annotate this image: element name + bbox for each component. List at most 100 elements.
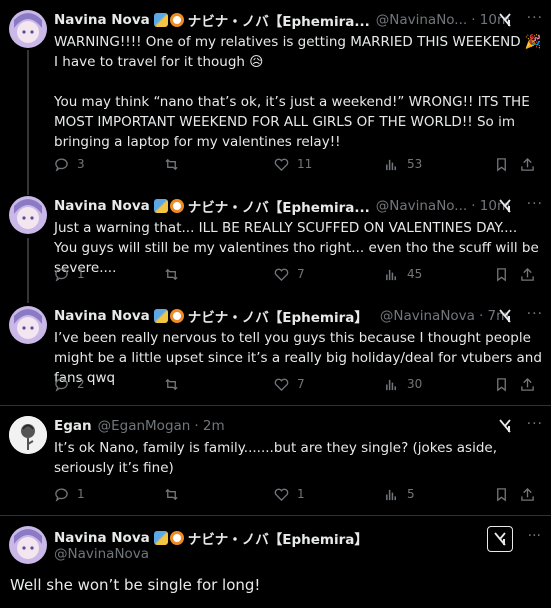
- tweet-header: Navina Nova ナビナ・ノバ【Ephemira】 @NavinaNova…: [54, 306, 509, 326]
- author-display-name[interactable]: ナビナ・ノバ【Ephemira...: [188, 196, 370, 216]
- author-name[interactable]: Navina Nova: [54, 12, 150, 28]
- views-icon: [386, 489, 396, 500]
- like-button[interactable]: 7: [274, 264, 305, 284]
- bookmark-button[interactable]: [494, 264, 517, 284]
- retweet-icon: [165, 488, 178, 500]
- share-button[interactable]: [520, 374, 543, 394]
- retweet-button[interactable]: [164, 154, 187, 174]
- badges: [153, 13, 184, 27]
- views-button[interactable]: 30: [384, 374, 422, 394]
- views-count: 5: [407, 487, 415, 501]
- reply-icon: [55, 268, 68, 282]
- tweet-time[interactable]: · 2m: [194, 418, 224, 434]
- share-icon: [521, 157, 534, 171]
- reply-button[interactable]: 3: [54, 154, 85, 174]
- like-button[interactable]: 7: [274, 374, 305, 394]
- views-button[interactable]: 45: [384, 264, 422, 284]
- like-button[interactable]: 1: [274, 484, 305, 504]
- tweet-actions: 2 7 30: [54, 374, 544, 394]
- reply-button[interactable]: 2: [54, 374, 85, 394]
- reply-icon: [55, 158, 68, 172]
- reply-icon: [55, 378, 68, 392]
- badge-icon: [169, 199, 184, 213]
- more-icon[interactable]: ···: [527, 196, 543, 212]
- retweet-button[interactable]: [164, 264, 187, 284]
- retweet-button[interactable]: [164, 374, 187, 394]
- grok-icon[interactable]: [497, 308, 513, 324]
- author-handle[interactable]: @NavinaNova: [54, 546, 149, 562]
- bookmark-icon: [497, 157, 506, 171]
- like-count: 7: [297, 377, 305, 391]
- author-handle[interactable]: @NavinaNova: [380, 308, 475, 324]
- like-count: 7: [297, 267, 305, 281]
- retweet-icon: [165, 158, 178, 170]
- tweet-text: WARNING!!!! One of my relatives is getti…: [54, 34, 542, 150]
- avatar[interactable]: [9, 526, 47, 564]
- views-icon: [386, 159, 396, 170]
- views-count: 30: [407, 377, 423, 391]
- badge-icon: [169, 309, 184, 323]
- like-icon: [274, 378, 289, 391]
- retweet-button[interactable]: [164, 484, 187, 504]
- divider: [0, 515, 551, 516]
- divider: [0, 405, 551, 406]
- views-button[interactable]: 5: [384, 484, 415, 504]
- share-button[interactable]: [520, 484, 543, 504]
- bookmark-button[interactable]: [494, 484, 517, 504]
- tweet-header: Navina Nova ナビナ・ノバ【Ephemira... @NavinaNo…: [54, 196, 510, 216]
- grok-button[interactable]: [487, 526, 513, 552]
- grok-icon[interactable]: [497, 198, 513, 214]
- avatar[interactable]: [9, 10, 47, 48]
- reply-count: 3: [77, 157, 85, 171]
- avatar[interactable]: [9, 196, 47, 234]
- tweet-actions: 3 11 53: [54, 154, 544, 174]
- bookmark-button[interactable]: [494, 154, 517, 174]
- grok-icon[interactable]: [497, 12, 513, 28]
- bookmark-button[interactable]: [494, 374, 517, 394]
- badge-icon: [153, 199, 168, 213]
- more-icon[interactable]: ···: [527, 416, 543, 432]
- share-button[interactable]: [520, 154, 543, 174]
- like-icon: [274, 488, 289, 501]
- like-icon: [274, 158, 289, 171]
- author-display-name[interactable]: ナビナ・ノバ【Ephemira...: [188, 10, 370, 30]
- share-button[interactable]: [520, 264, 543, 284]
- badges: [153, 309, 184, 323]
- author-display-name[interactable]: ナビナ・ノバ【Ephemira】: [188, 306, 368, 326]
- badge-icon: [169, 531, 184, 545]
- grok-icon[interactable]: [497, 418, 513, 434]
- reply-button[interactable]: 1: [54, 484, 85, 504]
- views-icon: [386, 269, 396, 280]
- views-count: 53: [407, 157, 423, 171]
- share-icon: [521, 267, 534, 281]
- author-name[interactable]: Navina Nova: [54, 308, 150, 324]
- badges: [153, 531, 184, 545]
- thread-line: [27, 50, 29, 195]
- more-icon[interactable]: ···: [528, 528, 541, 544]
- more-icon[interactable]: ···: [527, 10, 543, 26]
- author-name[interactable]: Navina Nova: [54, 530, 150, 546]
- author-handle[interactable]: @NavinaNo...: [376, 12, 467, 28]
- badge-icon: [153, 531, 168, 545]
- tweet-header: Egan @EganMogan · 2m: [54, 416, 225, 436]
- reply-button[interactable]: 1: [54, 264, 85, 284]
- like-button[interactable]: 11: [274, 154, 312, 174]
- author-name[interactable]: Navina Nova: [54, 198, 150, 214]
- views-count: 45: [407, 267, 423, 281]
- bookmark-icon: [497, 377, 506, 391]
- like-icon: [274, 268, 289, 281]
- tweet-text: Just a warning that... ILL BE REALLY SCU…: [54, 220, 544, 276]
- author-display-name[interactable]: ナビナ・ノバ【Ephemira】: [188, 528, 368, 548]
- author-handle[interactable]: @EganMogan: [98, 418, 191, 434]
- views-button[interactable]: 53: [384, 154, 422, 174]
- author-name[interactable]: Egan: [54, 418, 92, 434]
- more-icon[interactable]: ···: [527, 306, 543, 322]
- retweet-icon: [165, 268, 178, 280]
- tweet-text: I’ve been really nervous to tell you guy…: [54, 330, 547, 386]
- grok-icon: [494, 532, 506, 546]
- avatar[interactable]: [9, 416, 47, 454]
- badges: [153, 199, 184, 213]
- author-handle[interactable]: @NavinaNo...: [376, 198, 467, 214]
- avatar[interactable]: [9, 306, 47, 344]
- badge-icon: [153, 309, 168, 323]
